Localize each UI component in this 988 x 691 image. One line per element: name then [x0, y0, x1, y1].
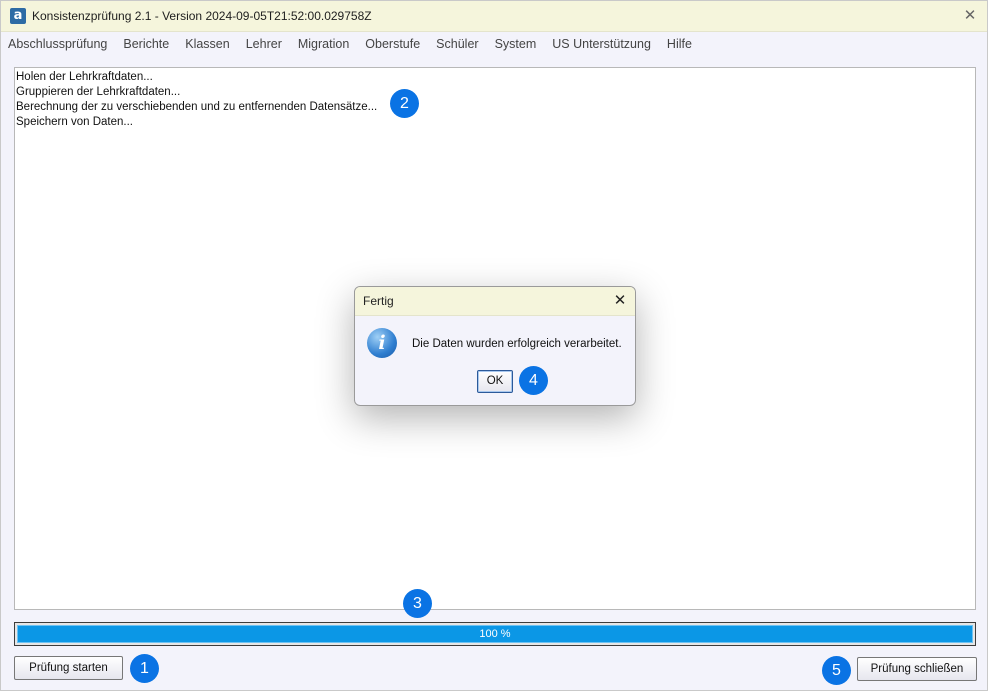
step-badge-1: 1: [130, 654, 159, 683]
window-title: Konsistenzprüfung 2.1 - Version 2024-09-…: [32, 9, 372, 23]
info-dialog: Fertig ✕ i Die Daten wurden erfolgreich …: [354, 286, 636, 406]
menu-us-unterstuetzung[interactable]: US Unterstützung: [552, 37, 651, 51]
progress-bar: 100 %: [14, 622, 976, 646]
title-bar: a Konsistenzprüfung 2.1 - Version 2024-0…: [1, 1, 987, 32]
dialog-title: Fertig: [363, 294, 394, 308]
menu-bar: Abschlussprüfung Berichte Klassen Lehrer…: [1, 33, 987, 55]
app-logo-icon: a: [10, 8, 26, 24]
window-close-button[interactable]: ✕: [960, 6, 980, 26]
menu-schueler[interactable]: Schüler: [436, 37, 478, 51]
menu-berichte[interactable]: Berichte: [123, 37, 169, 51]
step-badge-2: 2: [390, 89, 419, 118]
menu-hilfe[interactable]: Hilfe: [667, 37, 692, 51]
dialog-message: Die Daten wurden erfolgreich verarbeitet…: [412, 338, 622, 350]
start-check-button[interactable]: Prüfung starten: [14, 656, 123, 680]
step-badge-3: 3: [403, 589, 432, 618]
main-window: a Konsistenzprüfung 2.1 - Version 2024-0…: [0, 0, 988, 691]
dialog-title-bar: Fertig ✕: [355, 287, 635, 316]
menu-system[interactable]: System: [495, 37, 537, 51]
menu-migration[interactable]: Migration: [298, 37, 349, 51]
close-check-button[interactable]: Prüfung schließen: [857, 657, 977, 681]
log-line: Berechnung der zu verschiebenden und zu …: [16, 101, 378, 113]
ok-button[interactable]: OK: [477, 370, 513, 393]
dialog-close-button[interactable]: ✕: [610, 291, 630, 311]
menu-abschlusspruefung[interactable]: Abschlussprüfung: [8, 37, 107, 51]
progress-label: 100 %: [479, 628, 511, 640]
progress-fill: 100 %: [17, 625, 973, 643]
step-badge-4: 4: [519, 366, 548, 395]
menu-klassen[interactable]: Klassen: [185, 37, 229, 51]
menu-lehrer[interactable]: Lehrer: [246, 37, 282, 51]
menu-oberstufe[interactable]: Oberstufe: [365, 37, 420, 51]
log-line: Speichern von Daten...: [16, 116, 133, 128]
log-line: Gruppieren der Lehrkraftdaten...: [16, 86, 181, 98]
step-badge-5: 5: [822, 656, 851, 685]
log-line: Holen der Lehrkraftdaten...: [16, 71, 153, 83]
info-icon: i: [367, 328, 397, 358]
